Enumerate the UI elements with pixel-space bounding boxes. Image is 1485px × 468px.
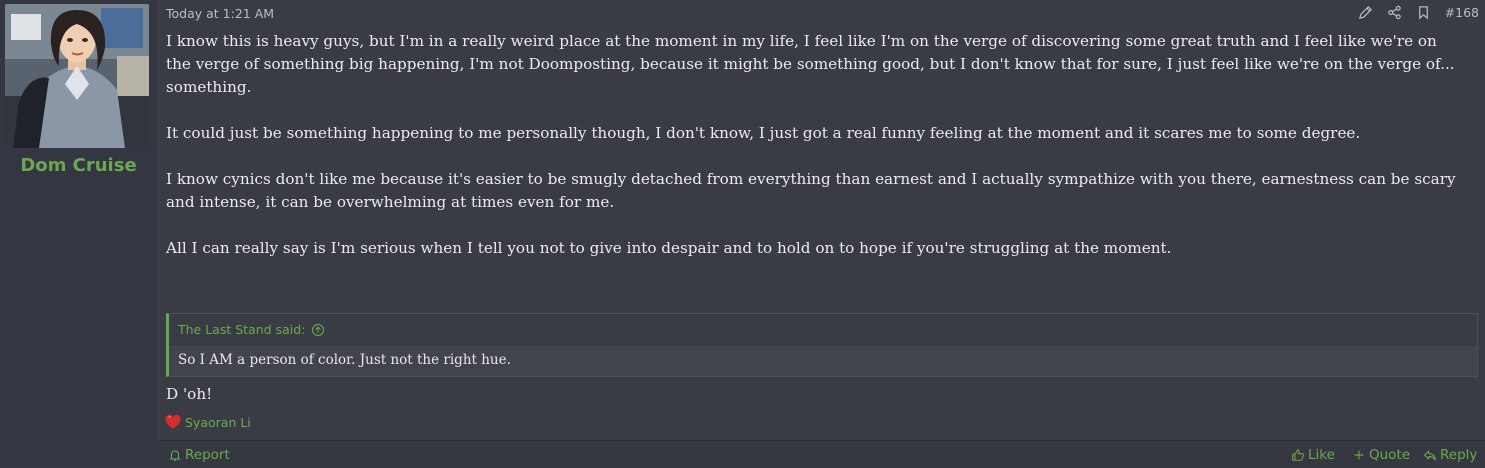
report-label[interactable]: Report [185,447,230,463]
bookmark-icon[interactable] [1416,5,1431,20]
post-paragraph: I know this is heavy guys, but I'm in a … [166,32,1455,96]
post-paragraph: I know cynics don't like me because it's… [166,170,1456,211]
like-button[interactable]: Like [1291,447,1335,463]
user-sidebar: Dom Cruise [0,0,157,467]
quote-button[interactable]: Quote [1352,447,1410,463]
reply-arrow-icon [1423,448,1437,462]
report-button[interactable]: Report [168,447,230,463]
thumbs-up-icon [1291,448,1305,462]
reply-button[interactable]: Reply [1423,447,1477,463]
post-meta: Today at 1:21 AM #168 [166,5,1479,22]
post-meta-actions: #168 [1358,5,1479,20]
share-icon[interactable] [1387,5,1402,20]
avatar-illustration [5,4,149,148]
quote-header[interactable]: The Last Stand said: [169,314,1477,346]
edit-icon[interactable] [1358,5,1373,20]
arrow-up-circle-icon[interactable] [311,323,325,337]
reaction-users[interactable]: Syaoran Li [185,415,251,430]
reply-text: D 'oh! [166,385,213,403]
heart-icon [164,413,182,431]
post-body: I know this is heavy guys, but I'm in a … [166,30,1466,283]
post-paragraph: It could just be something happening to … [166,124,1361,142]
quote-attribution[interactable]: The Last Stand said: [178,315,305,345]
post-timestamp[interactable]: Today at 1:21 AM [166,6,274,21]
post-paragraph: All I can really say is I'm serious when… [166,239,1172,257]
username[interactable]: Dom Cruise [0,155,157,176]
avatar[interactable] [5,4,149,148]
post-content: Today at 1:21 AM #168 I know this is hea… [157,0,1485,468]
quote-block: The Last Stand said: So I AM a person of… [166,313,1478,377]
like-label[interactable]: Like [1308,447,1335,463]
quote-label[interactable]: Quote [1369,447,1410,463]
bell-icon [168,448,182,462]
reactions-bar[interactable]: Syaoran Li [164,413,251,431]
post-footer: Report Like Quote Reply [157,440,1485,468]
quote-text: So I AM a person of color. Just not the … [169,346,1477,376]
plus-icon [1352,448,1366,462]
reply-label[interactable]: Reply [1440,447,1477,463]
post-number[interactable]: #168 [1445,5,1479,20]
